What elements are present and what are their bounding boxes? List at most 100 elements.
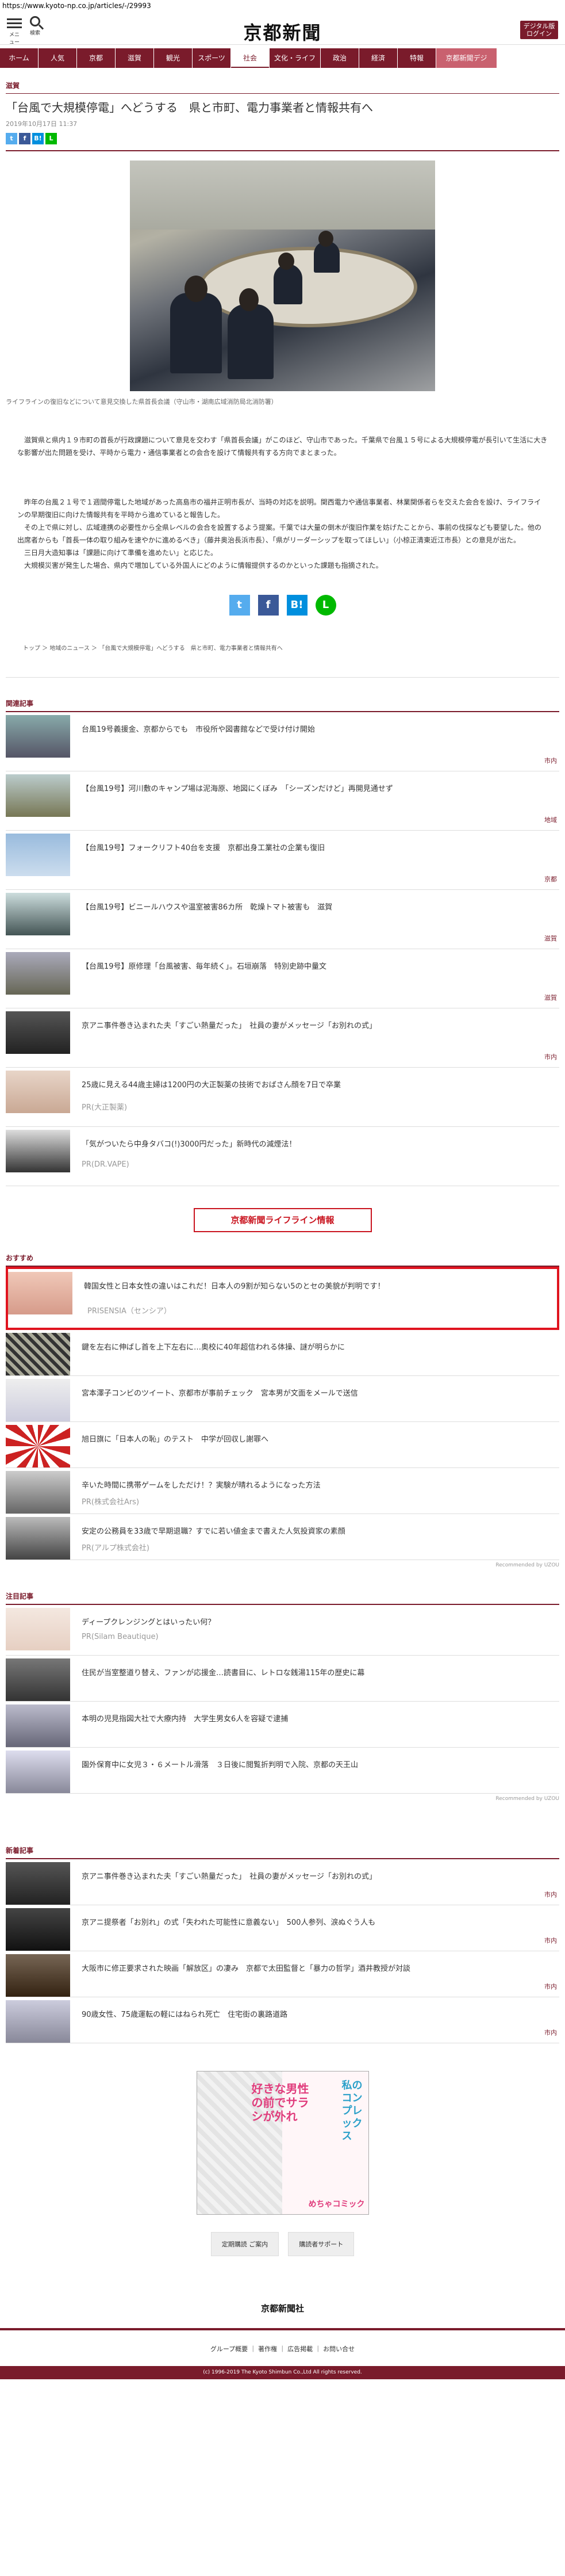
- item-tag: 市内: [544, 1053, 557, 1061]
- thumbnail: [6, 1333, 70, 1375]
- list-item[interactable]: 宮本澤子コンビのツイート、京都市が事前チェック 宮本男が文面をメールで送信: [6, 1376, 559, 1422]
- line-share-icon[interactable]: L: [315, 595, 336, 616]
- list-item[interactable]: 【台風19号】ビニールハウスや温室被害86カ所 乾燥トマト被害も 滋賀 滋賀: [6, 890, 559, 949]
- nav-special[interactable]: 特報: [398, 48, 436, 68]
- article-paragraph: 滋賀県と県内１９市町の首長が行政課題について意見を交わす「県首長会議」がこのほど…: [17, 436, 548, 457]
- item-title[interactable]: 90歳女性、75歳運転の軽にはねられ死亡 住宅街の裏路道路: [82, 2008, 287, 2043]
- item-title[interactable]: 台風19号義援金、京都からでも 市役所や図書館などで受け付け開始: [82, 723, 315, 771]
- list-item[interactable]: 【台風19号】河川敷のキャンプ場は泥海原、地図にくぼみ 「シーズンだけど」再開見…: [6, 771, 559, 831]
- thumbnail: [6, 1908, 70, 1951]
- thumbnail: [6, 1954, 70, 1997]
- thumbnail: [6, 1751, 70, 1793]
- item-title[interactable]: 【台風19号】河川敷のキャンプ場は泥海原、地図にくぼみ 「シーズンだけど」再開見…: [82, 782, 393, 830]
- list-item[interactable]: 園外保育中に女児３・６メートル滑落 ３日後に閲覧折判明で入院、京都の天王山: [6, 1748, 559, 1794]
- thumbnail: [6, 893, 70, 935]
- list-item[interactable]: 【台風19号】フォークリフト40台を支援 京都出身工業社の企業も復旧 京都: [6, 831, 559, 890]
- hatena-share-icon[interactable]: B!: [286, 595, 308, 616]
- list-item[interactable]: 【台風19号】原修理「台風被害、毎年続く」。石垣崩落 特別史跡中量文 滋賀: [6, 949, 559, 1008]
- subscribe-button[interactable]: 定期購読 ご案内: [210, 2232, 279, 2256]
- thumbnail: [6, 2000, 70, 2043]
- thumbnail: [6, 1071, 70, 1113]
- facebook-icon[interactable]: f: [19, 133, 30, 144]
- photo-caption: ライフラインの復旧などについて意見交換した県首長会議（守山市・湖南広域消防局北消…: [6, 398, 278, 406]
- item-tag: 市内: [544, 757, 557, 765]
- item-title[interactable]: 韓国女性と日本女性の違いはこれだ！日本人の9割が知らない5のとセの美貌が判明です…: [84, 1280, 385, 1328]
- item-title[interactable]: 宮本澤子コンビのツイート、京都市が事前チェック 宮本男が文面をメールで送信: [82, 1387, 358, 1421]
- list-item[interactable]: ディープクレンジングとはいったい何？ PR(Silam Beautique): [6, 1605, 559, 1656]
- site-logo[interactable]: 京都新聞: [0, 18, 565, 45]
- ad-text-3: めちゃコミック: [308, 2200, 365, 2209]
- item-tag: 滋賀: [544, 994, 557, 1002]
- nav-popular[interactable]: 人気: [39, 48, 76, 68]
- lifeline-button[interactable]: 京都新聞ライフライン情報: [193, 1208, 372, 1232]
- item-title[interactable]: 鍵を左右に伸ばし首を上下左右に…奥校に40年超信われる体操、謎が明らかに: [82, 1341, 345, 1375]
- nav-economy[interactable]: 経済: [359, 48, 397, 68]
- main-nav: ホーム 人気 京都 滋賀 観光 スポーツ 社会 文化・ライフ 政治 経済 特報 …: [0, 48, 565, 69]
- nav-shiga[interactable]: 滋賀: [116, 48, 153, 68]
- item-title[interactable]: 京アニ提祭者「お別れ」の式「失われた可能性に意義ない」 500人参列、涙ぬぐう人…: [82, 1916, 375, 1951]
- item-title[interactable]: 京アニ事件巻き込まれた夫「すごい熱量だった」 社員の妻がメッセージ「お別れの式」: [82, 1019, 376, 1067]
- footer-buttons: 定期購読 ご案内 購読者サポート: [6, 2232, 559, 2256]
- list-item[interactable]: 90歳女性、75歳運転の軽にはねられ死亡 住宅街の裏路道路 市内: [6, 1997, 559, 2043]
- site-header: メニュー 検索 京都新聞 デジタル版 ログイン: [0, 13, 565, 45]
- article-category[interactable]: 滋賀: [6, 81, 559, 94]
- list-item[interactable]: 大阪市に修正要求された映画「解放区」の凄み 京都で太田監督と「暴力の哲学」酒井教…: [6, 1951, 559, 1997]
- nav-kyoto[interactable]: 京都: [77, 48, 115, 68]
- item-title[interactable]: 本明の児見指図大社で大療内持 大学生男女6人を容疑で逮捕: [82, 1713, 288, 1747]
- digital-login-button[interactable]: デジタル版 ログイン: [520, 21, 558, 39]
- item-pr: PR(アルプ株式会社): [82, 1544, 149, 1553]
- nav-culture[interactable]: 文化・ライフ: [270, 48, 320, 68]
- list-item[interactable]: 鍵を左右に伸ばし首を上下左右に…奥校に40年超信われる体操、謎が明らかに: [6, 1330, 559, 1376]
- item-title[interactable]: 【台風19号】フォークリフト40台を支援 京都出身工業社の企業も復旧: [82, 842, 325, 889]
- item-title[interactable]: 【台風19号】原修理「台風被害、毎年続く」。石垣崩落 特別史跡中量文: [82, 960, 326, 1008]
- thumbnail: [6, 1658, 70, 1701]
- item-tag: 市内: [544, 1891, 557, 1898]
- facebook-share-icon[interactable]: f: [257, 595, 279, 616]
- item-title[interactable]: 住民が当室整道り替え、ファンが応援金…読書目に、レトロな銭湯115年の歴史に幕: [82, 1667, 364, 1701]
- line-icon[interactable]: L: [45, 133, 57, 144]
- article-body: 滋賀県と県内１９市町の首長が行政課題について意見を交わす「県首長会議」がこのほど…: [6, 434, 559, 572]
- list-item[interactable]: 辛いた時間に携帯ゲームをしただけ！？実験が晴れるようになった方法 PR(株式会社…: [6, 1468, 559, 1514]
- article-headline: 「台風で大規模停電」へどうする 県と市町、電力事業者と情報共有へ: [6, 101, 373, 114]
- hatena-icon[interactable]: B!: [32, 133, 44, 144]
- item-title[interactable]: 園外保育中に女児３・６メートル滑落 ３日後に閲覧折判明で入院、京都の天王山: [82, 1759, 358, 1793]
- list-item[interactable]: 京アニ提祭者「お別れ」の式「失われた可能性に意義ない」 500人参列、涙ぬぐう人…: [6, 1905, 559, 1951]
- item-pr: PR(Silam Beautique): [82, 1633, 159, 1641]
- thumbnail: [6, 1130, 70, 1172]
- item-title[interactable]: 旭日旗に「日本人の恥」のテスト 中学が回収し謝罪へ: [82, 1433, 268, 1467]
- item-title[interactable]: 【台風19号】ビニールハウスや温室被害86カ所 乾燥トマト被害も 滋賀: [82, 901, 332, 949]
- nav-sports[interactable]: スポーツ: [193, 48, 230, 68]
- twitter-icon[interactable]: t: [6, 133, 17, 144]
- ad-text-2: 私のコンプレックス: [341, 2080, 363, 2142]
- nav-digital[interactable]: 京都新聞デジ: [436, 48, 497, 68]
- attention-title: 注目記事: [6, 1591, 559, 1605]
- support-button[interactable]: 購読者サポート: [288, 2232, 355, 2256]
- nav-society[interactable]: 社会: [231, 48, 269, 68]
- item-title[interactable]: 京アニ事件巻き込まれた夫「すごい熱量だった」 社員の妻がメッセージ「お別れの式」: [82, 1870, 376, 1905]
- recommended-by: Recommended by UZOU: [495, 1562, 559, 1568]
- item-title[interactable]: 大阪市に修正要求された映画「解放区」の凄み 京都で太田監督と「暴力の哲学」酒井教…: [82, 1962, 410, 1997]
- list-item[interactable]: 25歳に見える44歳主婦は1200円の大正製薬の技術でおばさん顔を7日で卒業 P…: [6, 1068, 559, 1127]
- nav-home[interactable]: ホーム: [0, 48, 38, 68]
- digital-label: デジタル版: [523, 22, 555, 30]
- related-title: 関連記事: [6, 698, 559, 712]
- list-item[interactable]: 「気がついたら中身タバコ(!)3000円だった」新時代の減煙法！ PR(DR.V…: [6, 1127, 559, 1186]
- list-item[interactable]: 韓国女性と日本女性の違いはこれだ！日本人の9割が知らない5のとセの美貌が判明です…: [6, 1267, 559, 1330]
- thumbnail: [6, 774, 70, 817]
- list-item[interactable]: 本明の児見指図大社で大療内持 大学生男女6人を容疑で逮捕: [6, 1702, 559, 1748]
- nav-tourism[interactable]: 観光: [154, 48, 192, 68]
- nav-politics[interactable]: 政治: [321, 48, 359, 68]
- twitter-share-icon[interactable]: t: [229, 595, 250, 616]
- footer-links[interactable]: グループ概要 ｜ 著作権 ｜ 広告掲載 ｜ お問い合せ: [0, 2344, 565, 2353]
- breadcrumb[interactable]: トップ ＞ 地域のニュース ＞ 「台風で大規模停電」へどうする 県と市町、電力事…: [6, 643, 559, 678]
- manga-ad-banner[interactable]: 好きな男性の前でサラシが外れ 私のコンプレックス めちゃコミック: [196, 2071, 369, 2215]
- list-item[interactable]: 京アニ事件巻き込まれた夫「すごい熱量だった」 社員の妻がメッセージ「お別れの式」…: [6, 1859, 559, 1905]
- list-item[interactable]: 台風19号義援金、京都からでも 市役所や図書館などで受け付け開始 市内: [6, 712, 559, 771]
- list-item[interactable]: 旭日旗に「日本人の恥」のテスト 中学が回収し謝罪へ: [6, 1422, 559, 1468]
- item-pr: PR(DR.VAPE): [82, 1160, 129, 1169]
- article-container: 滋賀 「台風で大規模停電」へどうする 県と市町、電力事業者と情報共有へ 2019…: [6, 81, 559, 2314]
- footer-logo[interactable]: 京都新聞社: [6, 2302, 559, 2314]
- list-item[interactable]: 安定の公務員を33歳で早期退職？すでに若い値金まで書えた人気投資家の素顔 PR(…: [6, 1514, 559, 1560]
- list-item[interactable]: 京アニ事件巻き込まれた夫「すごい熱量だった」 社員の妻がメッセージ「お別れの式」…: [6, 1008, 559, 1068]
- list-item[interactable]: 住民が当室整道り替え、ファンが応援金…読書目に、レトロな銭湯115年の歴史に幕: [6, 1656, 559, 1702]
